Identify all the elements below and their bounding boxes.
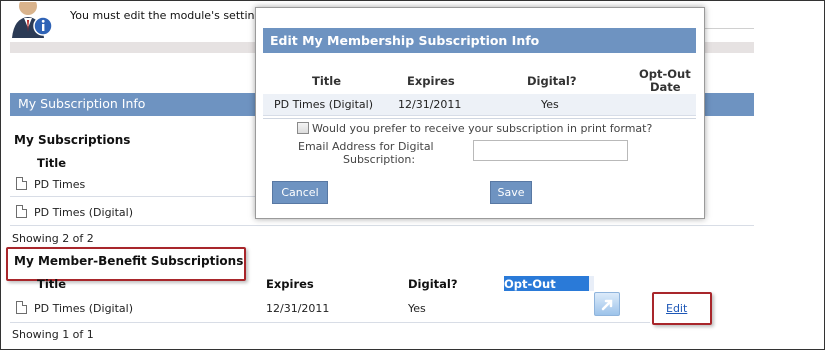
subscriptions-count: Showing 2 of 2 <box>12 232 94 245</box>
modal-expires-column: Expires <box>407 74 455 88</box>
cancel-button[interactable]: Cancel <box>272 181 328 204</box>
member-benefit-count: Showing 1 of 1 <box>12 328 94 341</box>
member-title-column: Title <box>37 277 67 291</box>
email-label-line2: Subscription: <box>343 153 416 166</box>
member-digital-column: Digital? <box>408 277 458 291</box>
modal-row-expires: 12/31/2011 <box>398 98 462 111</box>
modal-optout-column-line2: Date <box>650 80 681 94</box>
selection-tail <box>589 276 594 291</box>
settings-notice: You must edit the module's settings firs… <box>70 9 256 22</box>
row-divider <box>10 225 754 226</box>
subscriptions-title-column: Title <box>37 156 67 170</box>
my-subscriptions-title: My Subscriptions <box>14 133 131 147</box>
email-field[interactable] <box>473 140 628 161</box>
document-icon <box>16 177 27 190</box>
member-row-title: PD Times (Digital) <box>34 302 134 315</box>
user-info-icon <box>8 0 60 38</box>
save-button[interactable]: Save <box>490 181 532 204</box>
print-format-checkbox[interactable] <box>297 122 309 134</box>
modal-title: Edit My Membership Subscription Info <box>263 28 696 53</box>
subscription-row-title: PD Times <box>34 178 86 191</box>
modal-optout-column-line1: Opt-Out <box>639 67 691 81</box>
modal-row-title: PD Times (Digital) <box>274 98 374 111</box>
subscription-row-title: PD Times (Digital) <box>34 206 134 219</box>
member-row-expires: 12/31/2011 <box>266 302 330 315</box>
member-benefit-title: My Member-Benefit Subscriptions <box>14 254 244 268</box>
email-label-line1: Email Address for Digital <box>298 140 434 153</box>
member-expires-column: Expires <box>266 277 314 291</box>
divider <box>704 28 754 29</box>
modal-row-digital: Yes <box>541 98 559 111</box>
modal-digital-column: Digital? <box>527 74 577 88</box>
edit-link[interactable]: Edit <box>666 302 687 315</box>
row-divider <box>10 196 255 197</box>
row-divider <box>10 322 650 323</box>
external-link-button[interactable] <box>594 292 620 316</box>
print-format-label: Would you prefer to receive your subscri… <box>312 122 653 135</box>
edit-subscription-modal: Edit My Membership Subscription Info Tit… <box>255 7 705 219</box>
member-optout-column[interactable]: Opt-Out Date <box>504 276 590 305</box>
modal-divider <box>263 118 696 119</box>
document-icon <box>16 205 27 218</box>
expand-arrow-icon <box>601 299 613 311</box>
document-icon <box>16 301 27 314</box>
member-row-digital: Yes <box>408 302 426 315</box>
modal-title-column: Title <box>312 74 342 88</box>
